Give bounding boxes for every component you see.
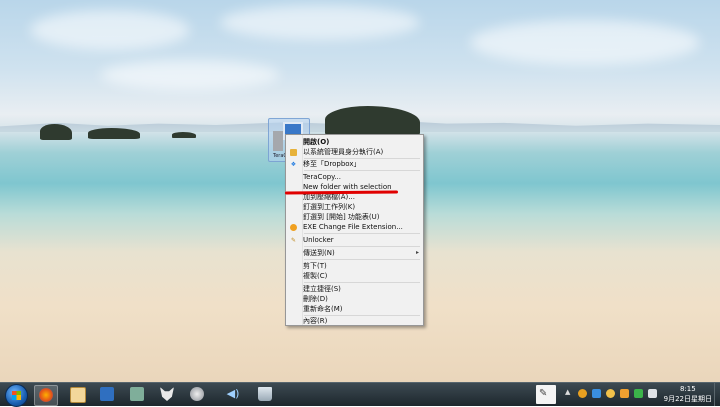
tray-search-icon[interactable]	[620, 389, 629, 398]
cloud	[100, 60, 280, 90]
menu-separator	[304, 233, 420, 234]
taskbar-firefox[interactable]	[34, 385, 58, 406]
island	[172, 132, 196, 138]
mp3-icon	[100, 387, 114, 401]
menu-separator	[304, 246, 420, 247]
menu-item-unlocker[interactable]: Unlocker	[303, 236, 334, 245]
context-menu: 開啟(O) 以系統管理員身分執行(A) ❖ 移至「Dropbox」 TeraCo…	[285, 134, 424, 326]
menu-item-send-to[interactable]: 傳送到(N)	[303, 249, 335, 258]
menu-item-pin-to-taskbar[interactable]: 釘選到工作列(K)	[303, 203, 355, 212]
speaker-icon: ◀)	[226, 387, 240, 400]
menu-separator	[304, 282, 420, 283]
menu-item-create-shortcut[interactable]: 建立捷徑(S)	[303, 285, 341, 294]
menu-item-teracopy[interactable]: TeraCopy...	[303, 173, 341, 182]
fox-icon	[160, 387, 174, 401]
menu-separator	[304, 170, 420, 171]
checklist-icon	[70, 387, 86, 403]
taskbar-recycle-bin[interactable]	[254, 385, 276, 404]
menu-item-copy[interactable]: 複製(C)	[303, 272, 327, 281]
windows-logo-icon-lower	[12, 395, 21, 400]
tray-notepad[interactable]: ✎	[536, 385, 556, 404]
tray-white-icon[interactable]	[648, 389, 657, 398]
menu-item-properties[interactable]: 內容(R)	[303, 317, 327, 326]
cloud	[30, 10, 190, 50]
menu-item-run-as-admin[interactable]: 以系統管理員身分執行(A)	[303, 148, 383, 157]
menu-item-open[interactable]: 開啟(O)	[303, 138, 329, 147]
taskbar-checklist[interactable]	[66, 385, 88, 404]
taskbar-globe[interactable]	[186, 385, 208, 404]
cloud	[470, 20, 700, 65]
clock-date: 9月22日星期日	[663, 395, 712, 403]
menu-item-delete[interactable]: 刪除(D)	[303, 295, 328, 304]
taskbar-speaker[interactable]: ◀)	[222, 385, 244, 404]
installer-icon	[273, 131, 283, 151]
cloud	[220, 5, 420, 40]
menu-item-pin-to-start[interactable]: 釘選到 [開始] 功能表(U)	[303, 213, 380, 222]
show-desktop-button[interactable]	[714, 383, 720, 406]
menu-separator	[304, 158, 420, 159]
taskbar-mp3[interactable]	[96, 385, 118, 404]
tray-app-icon[interactable]	[578, 389, 587, 398]
tray-green-icon[interactable]	[634, 389, 643, 398]
taskbar-fox[interactable]	[156, 385, 178, 404]
menu-item-cut[interactable]: 剪下(T)	[303, 262, 327, 271]
island	[325, 106, 420, 136]
menu-separator	[304, 315, 420, 316]
menu-item-change-file-extension[interactable]: EXE Change File Extension...	[303, 223, 403, 232]
menu-item-add-to-archive[interactable]: 加到壓縮檔(A)...	[303, 193, 355, 202]
menu-separator	[304, 259, 420, 260]
globe-icon	[190, 387, 204, 401]
clock-time: 8:15	[679, 385, 696, 393]
exe-icon	[290, 224, 297, 231]
pen-icon: ✎	[539, 388, 548, 399]
firefox-icon	[39, 388, 53, 402]
island	[40, 124, 72, 140]
tray-app-icon[interactable]	[606, 389, 615, 398]
menu-item-move-to-dropbox[interactable]: 移至「Dropbox」	[303, 160, 361, 169]
recycle-bin-icon	[258, 387, 272, 401]
dropbox-icon: ❖	[290, 161, 297, 168]
taskbar-money[interactable]	[126, 385, 148, 404]
unlocker-icon: ✎	[290, 237, 297, 244]
start-button[interactable]	[5, 384, 28, 407]
dropbox-tray-icon[interactable]	[592, 389, 601, 398]
show-hidden-icons-icon[interactable]: ▲	[565, 388, 570, 396]
menu-item-rename[interactable]: 重新命名(M)	[303, 305, 343, 314]
island	[88, 128, 140, 139]
clock[interactable]: 8:15 9月22日星期日	[664, 384, 712, 404]
money-icon	[130, 387, 144, 401]
submenu-arrow-icon: ▸	[415, 249, 419, 256]
taskbar: ◀) ✎ ▲ 8:15 9月22日星期日	[0, 382, 720, 407]
shield-icon	[290, 149, 297, 156]
